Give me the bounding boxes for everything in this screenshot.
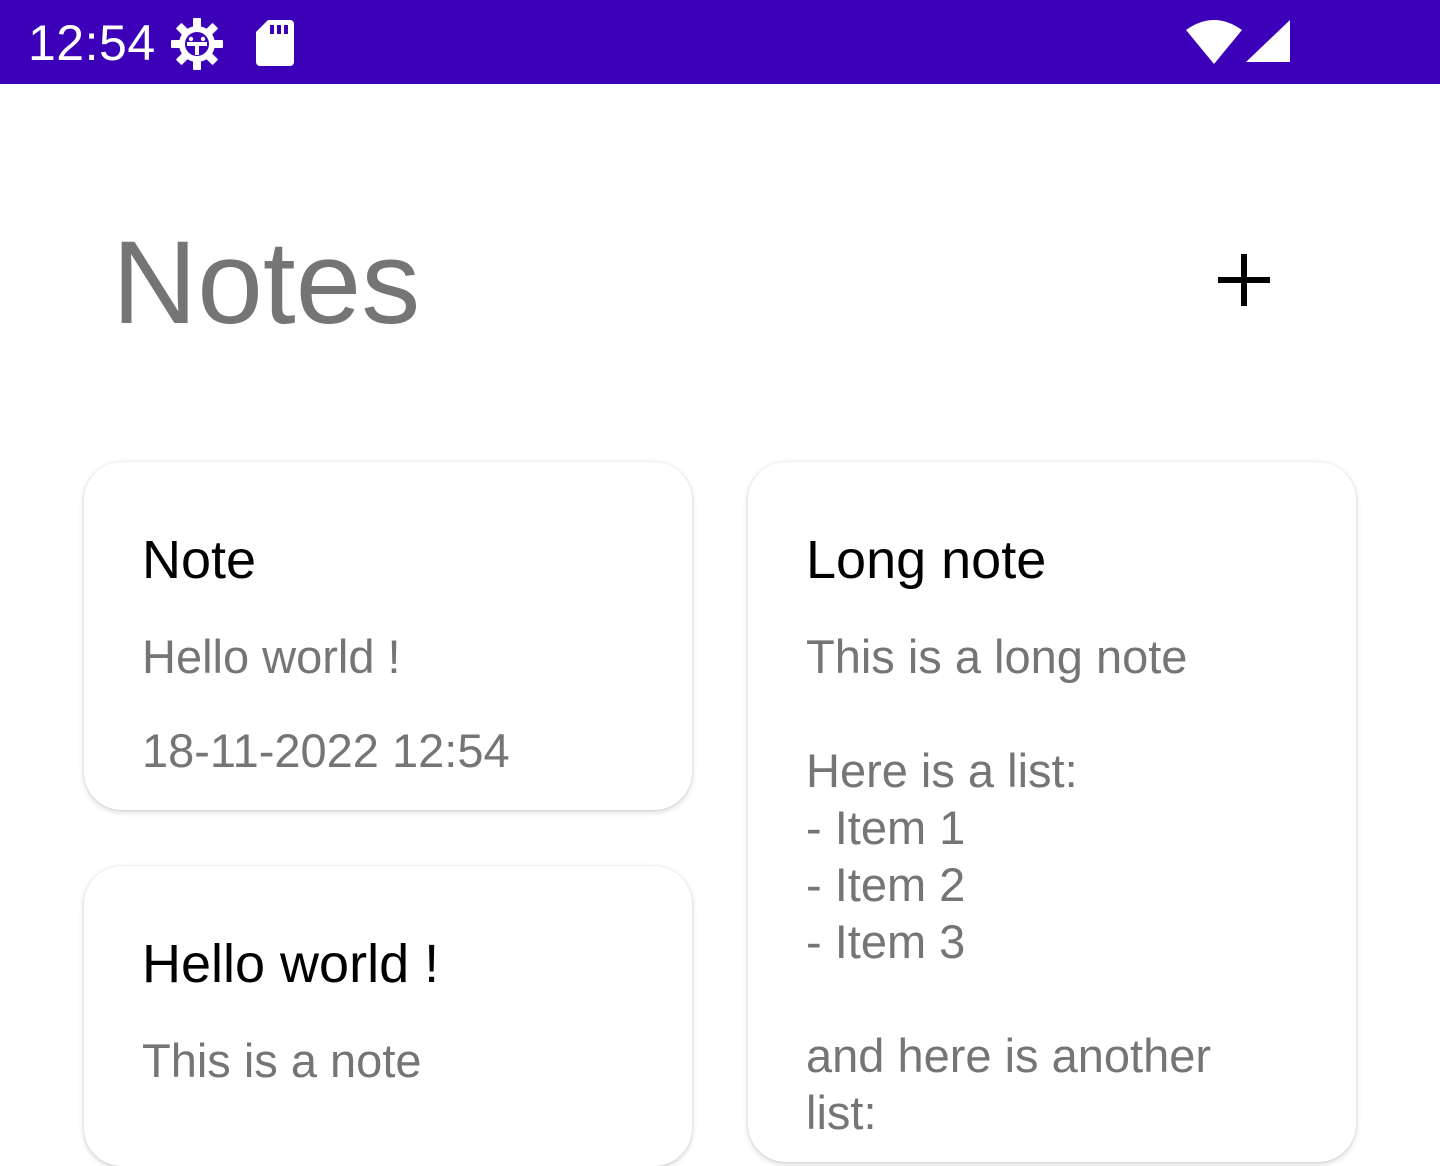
wifi-icon (1186, 20, 1242, 64)
note-date: 18-11-2022 12:54 (142, 724, 510, 777)
note-card[interactable]: Hello world ! This is a note (84, 866, 692, 1166)
status-time: 12:54 (28, 15, 156, 71)
add-note-button[interactable] (1204, 240, 1284, 320)
note-card[interactable]: Long note This is a long note Here is a … (748, 462, 1356, 1162)
plus-icon (1218, 254, 1270, 306)
note-card[interactable]: Note Hello world ! 18-11-2022 12:54 (84, 462, 692, 810)
cell-signal-icon (1246, 20, 1290, 62)
page-title: Notes (112, 217, 421, 349)
status-bar: 12:54 (0, 0, 1440, 84)
note-title: Hello world ! (142, 934, 440, 994)
note-title: Long note (806, 530, 1047, 590)
note-body: This is a note (142, 1034, 422, 1087)
settings-gear-icon (171, 18, 223, 70)
note-title: Note (142, 530, 257, 590)
sd-card-icon (256, 20, 294, 66)
note-body: This is a long note Here is a list: - It… (806, 630, 1212, 1139)
note-body: Hello world ! (142, 630, 401, 683)
